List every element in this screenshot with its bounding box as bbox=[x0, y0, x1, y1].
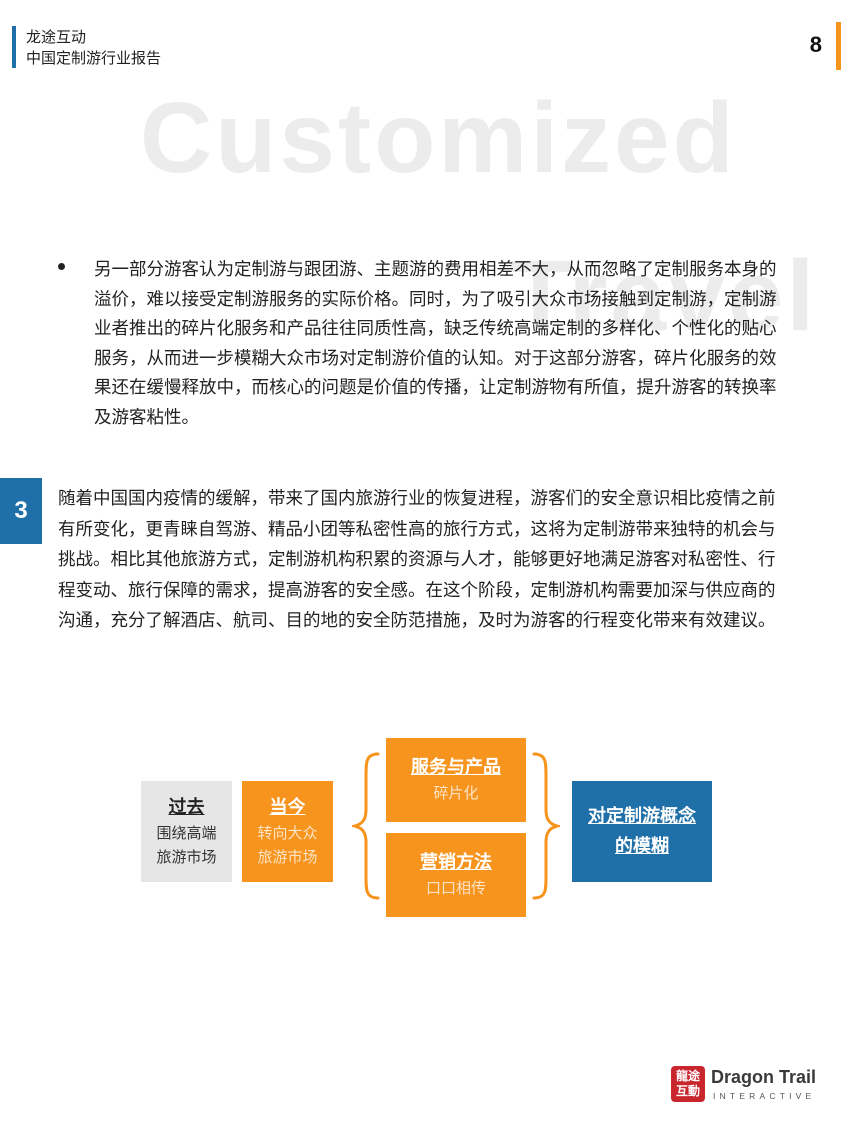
logo-subtitle: INTERACTIVE bbox=[713, 1091, 816, 1101]
left-brace-icon bbox=[352, 752, 380, 900]
now-title: 当今 bbox=[269, 796, 306, 818]
marketing-sub: 口口相传 bbox=[425, 879, 486, 897]
service-title: 服务与产品 bbox=[411, 757, 501, 778]
marketing-title: 营销方法 bbox=[420, 852, 492, 873]
logo-mark-bottom: 互動 bbox=[675, 1084, 700, 1098]
diagram-marketing-box: 营销方法 口口相传 bbox=[386, 833, 526, 917]
diagram-now-box: 当今 转向大众 旅游市场 bbox=[242, 781, 333, 882]
result-line1: 对定制游概念 bbox=[588, 805, 696, 827]
past-title: 过去 bbox=[168, 796, 205, 818]
page-number-accent-bar bbox=[836, 22, 841, 70]
past-line1: 围绕高端 bbox=[156, 823, 217, 842]
diagram-result-box: 对定制游概念 的模糊 bbox=[572, 781, 712, 882]
header-company: 龙途互动 bbox=[26, 28, 87, 46]
header-accent-bar bbox=[12, 26, 16, 68]
section-number-badge: 3 bbox=[0, 478, 42, 544]
diagram-service-box: 服务与产品 碎片化 bbox=[386, 738, 526, 822]
right-brace-icon bbox=[532, 752, 560, 900]
bullet-paragraph: 另一部分游客认为定制游与跟团游、主题游的费用相差不大，从而忽略了定制服务本身的溢… bbox=[94, 260, 777, 428]
now-line1: 转向大众 bbox=[257, 823, 318, 842]
section-paragraph: 随着中国国内疫情的缓解，带来了国内旅游行业的恢复进程，游客们的安全意识相比疫情之… bbox=[58, 489, 776, 631]
bullet-dot-icon bbox=[58, 263, 65, 270]
result-line2: 的模糊 bbox=[615, 835, 669, 857]
dragon-trail-logo-icon: 龍途 互動 bbox=[671, 1066, 705, 1102]
diagram-past-box: 过去 围绕高端 旅游市场 bbox=[141, 781, 232, 882]
watermark-line1: Customized bbox=[140, 82, 737, 194]
past-line2: 旅游市场 bbox=[156, 847, 217, 866]
header-report-title: 中国定制游行业报告 bbox=[26, 49, 162, 67]
page-number: 8 bbox=[809, 32, 822, 57]
logo-mark-top: 龍途 bbox=[675, 1069, 700, 1083]
now-line2: 旅游市场 bbox=[257, 847, 318, 866]
service-sub: 碎片化 bbox=[433, 784, 479, 802]
logo-name: Dragon Trail bbox=[711, 1067, 817, 1087]
